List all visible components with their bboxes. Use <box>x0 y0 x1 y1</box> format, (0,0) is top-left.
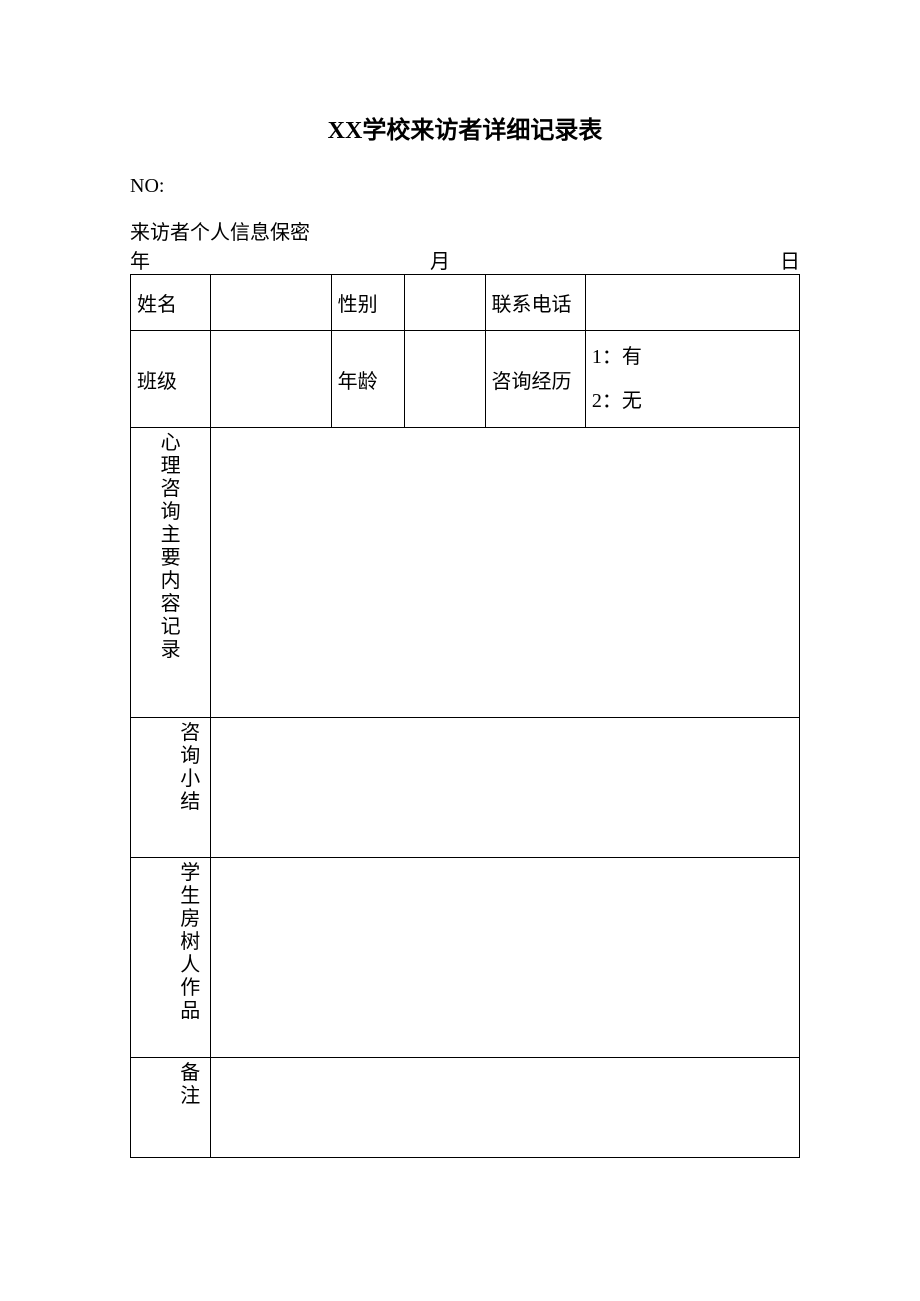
page-title: XX学校来访者详细记录表 <box>130 110 800 145</box>
table-row: 姓名 性别 联系电话 <box>131 275 800 331</box>
history-option-no[interactable]: 2：无 <box>592 379 793 423</box>
label-history: 咨询经历 <box>485 331 585 428</box>
input-phone[interactable] <box>585 275 799 331</box>
confidential-note: 来访者个人信息保密 <box>130 216 800 245</box>
table-row: 学生房树人作品 <box>131 858 800 1058</box>
date-day: 日 <box>760 245 800 274</box>
label-summary: 咨询小结 <box>131 718 211 858</box>
label-main-record-text: 心理咨询主要内容记录 <box>159 432 183 662</box>
table-row: 咨询小结 <box>131 718 800 858</box>
input-htp[interactable] <box>211 858 800 1058</box>
table-row: 心理咨询主要内容记录 <box>131 428 800 718</box>
input-gender[interactable] <box>405 275 485 331</box>
input-summary[interactable] <box>211 718 800 858</box>
date-year: 年 <box>130 245 430 274</box>
label-class: 班级 <box>131 331 211 428</box>
table-row: 班级 年龄 咨询经历 1：有 2：无 <box>131 331 800 428</box>
date-line: 年 月 日 <box>130 245 800 274</box>
date-month: 月 <box>430 245 760 274</box>
label-htp-text: 学生房树人作品 <box>178 862 202 1023</box>
label-phone: 联系电话 <box>485 275 585 331</box>
label-notes: 备注 <box>131 1058 211 1158</box>
input-history[interactable]: 1：有 2：无 <box>585 331 799 428</box>
input-notes[interactable] <box>211 1058 800 1158</box>
label-gender: 性别 <box>331 275 405 331</box>
table-row: 备注 <box>131 1058 800 1158</box>
input-class[interactable] <box>211 331 331 428</box>
input-main-record[interactable] <box>211 428 800 718</box>
input-age[interactable] <box>405 331 485 428</box>
history-option-yes[interactable]: 1：有 <box>592 335 793 379</box>
label-htp: 学生房树人作品 <box>131 858 211 1058</box>
record-table: 姓名 性别 联系电话 班级 年龄 咨询经历 1：有 2：无 心理咨询主要内容记录… <box>130 274 800 1158</box>
label-main-record: 心理咨询主要内容记录 <box>131 428 211 718</box>
input-name[interactable] <box>211 275 331 331</box>
label-summary-text: 咨询小结 <box>178 722 202 814</box>
label-age: 年龄 <box>331 331 405 428</box>
label-notes-text: 备注 <box>178 1062 202 1108</box>
no-label: NO: <box>130 175 800 198</box>
label-name: 姓名 <box>131 275 211 331</box>
